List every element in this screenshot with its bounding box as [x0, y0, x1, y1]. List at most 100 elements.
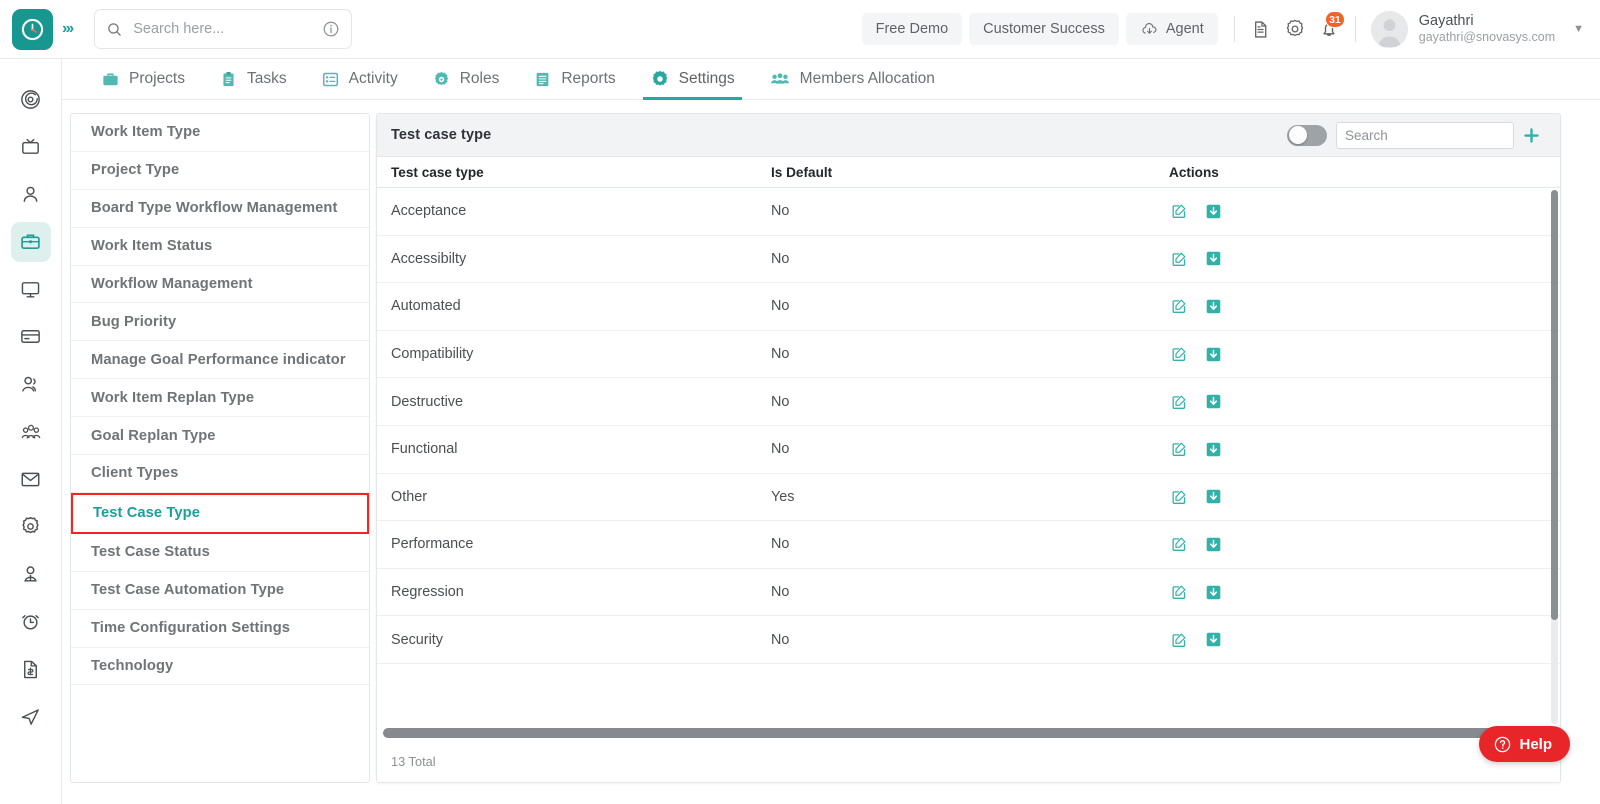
sidebar-item-technology[interactable]: Technology	[71, 648, 369, 686]
download-icon[interactable]	[1203, 249, 1223, 269]
clipboard-icon	[223, 71, 234, 86]
mail-icon	[21, 472, 40, 486]
table-vertical-scrollbar-thumb[interactable]	[1551, 190, 1558, 620]
table-row[interactable]: Automated No	[377, 283, 1560, 331]
sidebar-item-test-case-automation-type[interactable]: Test Case Automation Type	[71, 572, 369, 610]
edit-icon[interactable]	[1169, 582, 1189, 602]
rail-item-invoice[interactable]	[11, 649, 51, 689]
sidebar-item-project-type[interactable]: Project Type	[71, 152, 369, 190]
table-row[interactable]: Performance No	[377, 521, 1560, 569]
sidebar-item-time-configuration-settings[interactable]: Time Configuration Settings	[71, 610, 369, 648]
help-button[interactable]: Help	[1479, 726, 1570, 762]
chevron-down-icon[interactable]: ▼	[1573, 23, 1584, 35]
rail-item-tv[interactable]	[11, 127, 51, 167]
edit-icon[interactable]	[1169, 296, 1189, 316]
user-info[interactable]: Gayathri gayathri@snovasys.com	[1419, 12, 1555, 46]
download-icon[interactable]	[1203, 392, 1223, 412]
table-row[interactable]: Compatibility No	[377, 330, 1560, 379]
edit-icon[interactable]	[1169, 534, 1189, 554]
tab-activity[interactable]: Activity	[304, 59, 415, 100]
table-row[interactable]: Regression No	[377, 568, 1560, 617]
tab-reports[interactable]: Reports	[516, 59, 632, 100]
table-row[interactable]: Acceptance No	[377, 188, 1560, 236]
rail-item-alarm-clock[interactable]	[11, 602, 51, 642]
gear-icon	[22, 516, 39, 534]
hscroll-thumb[interactable]	[383, 728, 1537, 738]
rail-item-mail[interactable]	[11, 459, 51, 499]
table-row[interactable]: Destructive No	[377, 378, 1560, 426]
tab-tasks[interactable]: Tasks	[202, 59, 304, 100]
sidebar-item-test-case-status[interactable]: Test Case Status	[71, 534, 369, 572]
rail-item-card[interactable]	[11, 317, 51, 357]
sidebar-expand-icon[interactable]: »›	[62, 20, 74, 38]
edit-icon[interactable]	[1169, 630, 1189, 650]
table-row[interactable]: Other Yes	[377, 473, 1560, 522]
sidebar-item-label: Time Configuration Settings	[91, 620, 291, 637]
download-icon[interactable]	[1203, 296, 1223, 316]
download-icon[interactable]	[1203, 344, 1223, 364]
sidebar-item-workflow-management[interactable]: Workflow Management	[71, 266, 369, 304]
top-header-bar: »› Free Demo Customer Success	[0, 0, 1600, 59]
app-logo[interactable]	[12, 8, 53, 50]
rail-item-users[interactable]	[11, 364, 51, 404]
briefcase-icon	[21, 234, 40, 250]
sidebar-item-goal-replan-type[interactable]: Goal Replan Type	[71, 417, 369, 456]
tab-settings[interactable]: Settings	[633, 59, 752, 100]
table-body-scroll[interactable]: Acceptance No Accessibilty No Automated …	[377, 188, 1560, 726]
sidebar-item-manage-goal-performance-indicator[interactable]: Manage Goal Performance indicator	[71, 341, 369, 380]
filter-toggle[interactable]	[1287, 124, 1327, 146]
sidebar-item-board-type-workflow-management[interactable]: Board Type Workflow Management	[71, 190, 369, 228]
rail-item-user[interactable]	[11, 174, 51, 214]
cell-test-case-type: Regression	[391, 584, 464, 601]
sidebar-item-work-item-replan-type[interactable]: Work Item Replan Type	[71, 379, 369, 418]
rail-item-target[interactable]	[11, 79, 51, 119]
avatar[interactable]	[1370, 10, 1408, 48]
rail-item-send[interactable]	[11, 697, 51, 737]
edit-icon[interactable]	[1169, 344, 1189, 364]
app-root: »› Free Demo Customer Success	[0, 0, 1600, 804]
sidebar-item-work-item-type[interactable]: Work Item Type	[71, 114, 369, 152]
rail-item-people-group[interactable]	[11, 412, 51, 452]
tab-roles[interactable]: Roles	[415, 59, 517, 100]
test-case-type-panel: Test case type Test case type Is Default…	[376, 113, 1561, 783]
table-row[interactable]: Security No	[377, 616, 1560, 664]
gear-icon[interactable]	[1278, 12, 1312, 46]
sidebar-item-work-item-status[interactable]: Work Item Status	[71, 228, 369, 266]
cell-test-case-type: Acceptance	[391, 203, 467, 220]
rail-item-projects[interactable]	[10, 221, 51, 262]
panel-header: Test case type	[377, 114, 1560, 157]
table-horizontal-scrollbar[interactable]	[377, 726, 1560, 740]
document-icon[interactable]	[1244, 12, 1278, 46]
sidebar-item-test-case-type[interactable]: Test Case Type	[71, 492, 369, 534]
download-icon[interactable]	[1203, 487, 1223, 507]
bell-icon[interactable]: 31	[1312, 11, 1346, 46]
customer-success-button[interactable]: Customer Success	[969, 13, 1119, 45]
rail-item-settings[interactable]	[11, 507, 51, 547]
edit-icon[interactable]	[1169, 487, 1189, 507]
sidebar-item-client-types[interactable]: Client Types	[71, 455, 369, 493]
global-search[interactable]	[94, 9, 353, 49]
rail-item-monitor[interactable]	[11, 269, 51, 309]
download-icon[interactable]	[1203, 201, 1223, 221]
panel-search-input[interactable]	[1345, 127, 1505, 143]
tab-projects[interactable]: Projects	[84, 59, 202, 100]
search-input[interactable]	[133, 21, 323, 37]
table-row[interactable]: Functional No	[377, 425, 1560, 474]
free-demo-button[interactable]: Free Demo	[861, 13, 963, 45]
agent-button[interactable]: Agent	[1125, 13, 1218, 45]
download-icon[interactable]	[1203, 582, 1223, 602]
edit-icon[interactable]	[1169, 439, 1189, 459]
download-icon[interactable]	[1203, 439, 1223, 459]
add-test-case-type-button[interactable]	[1514, 118, 1548, 152]
tab-members-allocation[interactable]: Members Allocation	[752, 59, 952, 100]
info-circle-icon[interactable]	[322, 20, 340, 38]
table-row[interactable]: Accessibilty No	[377, 235, 1560, 284]
edit-icon[interactable]	[1169, 392, 1189, 412]
sidebar-item-bug-priority[interactable]: Bug Priority	[71, 303, 369, 342]
download-icon[interactable]	[1203, 534, 1223, 554]
panel-search[interactable]	[1336, 121, 1514, 149]
rail-item-person-badge[interactable]	[11, 554, 51, 594]
edit-icon[interactable]	[1169, 249, 1189, 269]
edit-icon[interactable]	[1169, 201, 1189, 221]
download-icon[interactable]	[1203, 630, 1223, 650]
